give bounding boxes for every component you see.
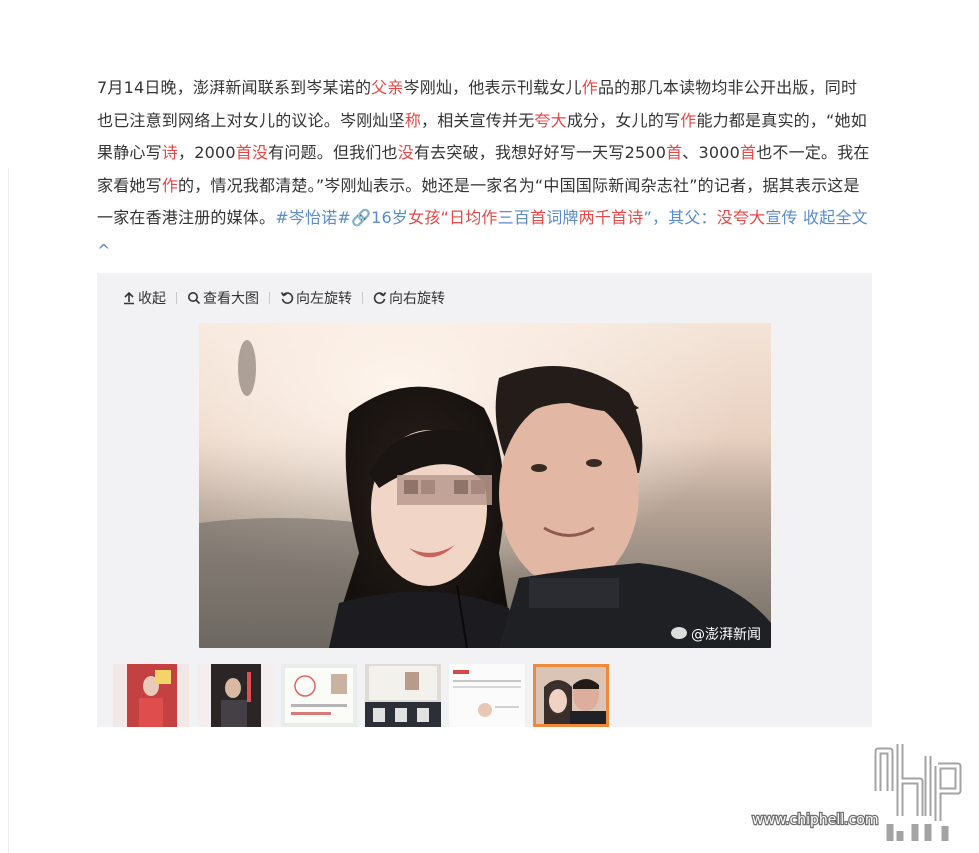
highlighted-keyword: 称 bbox=[404, 110, 422, 130]
post-text: 7月14日晚，澎湃新闻联系到岑某诺的父亲岑刚灿，他表示刊载女儿作品的那几本读物均… bbox=[97, 72, 872, 267]
highlighted-keyword: 夸大 bbox=[534, 110, 567, 130]
topic-link[interactable]: ”，其父： bbox=[643, 208, 716, 227]
toolbar-separator bbox=[269, 292, 270, 304]
rotate-right-button[interactable]: 向右旋转 bbox=[373, 288, 445, 308]
highlighted-keyword: 没 bbox=[716, 208, 733, 227]
highlighted-keyword: 夸大 bbox=[732, 208, 766, 227]
left-divider bbox=[8, 168, 9, 853]
rotate-right-icon bbox=[373, 292, 387, 304]
svg-text:www.chiphell.com: www.chiphell.com bbox=[752, 812, 878, 828]
thumbnail-6-active[interactable] bbox=[533, 664, 609, 727]
topic-link[interactable]: 16岁 bbox=[371, 208, 408, 227]
topic-link[interactable]: 词牌 bbox=[546, 208, 578, 227]
collapse-button[interactable]: 收起 bbox=[122, 288, 166, 308]
highlighted-keyword: 没 bbox=[397, 143, 414, 162]
post-text-segment: ，2000 bbox=[178, 143, 236, 162]
highlighted-keyword: 诗 bbox=[627, 208, 644, 227]
post-text-segment: 、3000 bbox=[682, 143, 741, 162]
highlighted-keyword: 首 bbox=[235, 143, 252, 162]
thumbnail-5[interactable] bbox=[449, 664, 525, 727]
post-text-segment: 成分，女儿的写 bbox=[566, 110, 681, 130]
highlighted-keyword: 两千 bbox=[578, 208, 612, 227]
highlighted-keyword: 首 bbox=[740, 143, 757, 162]
highlighted-keyword: 首 bbox=[530, 208, 547, 227]
svg-text:@澎湃新闻: @澎湃新闻 bbox=[691, 627, 761, 643]
post-text-segment: 7月14日晚，澎湃新闻联系到岑某诺的 bbox=[97, 78, 372, 97]
thumbnail-1[interactable] bbox=[113, 664, 189, 727]
collapse-full-text-link[interactable]: ^ bbox=[97, 241, 111, 260]
highlighted-keyword: 诗 bbox=[161, 143, 179, 162]
thumbnail-3[interactable] bbox=[281, 664, 357, 727]
post-text-segment: 有去突破，我想好好写一天写2500 bbox=[413, 143, 667, 162]
highlighted-keyword: 女孩 bbox=[408, 208, 441, 227]
highlighted-keyword: 首 bbox=[666, 143, 683, 162]
rotate-left-icon bbox=[280, 292, 294, 304]
thumbnail-4[interactable] bbox=[365, 664, 441, 727]
rotate-right-label: 向右旋转 bbox=[389, 291, 445, 307]
search-icon bbox=[188, 292, 201, 305]
chiphell-watermark: www.chiphell.com bbox=[750, 736, 970, 846]
post-text-segment: ，相关宣传并无 bbox=[421, 110, 535, 130]
main-photo[interactable]: @澎湃新闻 bbox=[199, 323, 771, 648]
toolbar-separator bbox=[362, 292, 363, 304]
highlighted-keyword: 没 bbox=[251, 143, 269, 162]
collapse-label: 收起 bbox=[138, 291, 166, 307]
topic-link[interactable]: 宣传 bbox=[765, 208, 797, 227]
collapse-up-icon bbox=[124, 291, 134, 305]
highlighted-keyword: 首 bbox=[611, 208, 628, 227]
toolbar-separator bbox=[176, 292, 177, 304]
highlighted-keyword: 作 bbox=[680, 110, 697, 130]
post-text-segment: 岑刚灿，他表示刊载女儿 bbox=[403, 78, 582, 97]
post-text-segment: 有问题。但我们也 bbox=[268, 143, 398, 162]
topic-link[interactable]: 三百 bbox=[498, 208, 530, 227]
thumbnail-2[interactable] bbox=[197, 664, 273, 727]
thumbnail-strip bbox=[113, 664, 609, 727]
rotate-left-button[interactable]: 向左旋转 bbox=[280, 288, 352, 308]
topic-link[interactable]: 🔗 bbox=[351, 208, 371, 227]
view-large-button[interactable]: 查看大图 bbox=[187, 288, 259, 308]
chiphell-logo-icon: www.chiphell.com bbox=[751, 744, 962, 841]
gallery-toolbar: 收起 查看大图 向左旋转 向右旋转 bbox=[122, 287, 445, 309]
highlighted-keyword: 作 bbox=[581, 78, 598, 97]
highlighted-keyword: 作 bbox=[481, 208, 498, 227]
view-large-label: 查看大图 bbox=[203, 291, 259, 307]
highlighted-keyword: “日均 bbox=[440, 208, 482, 227]
highlighted-keyword: 作 bbox=[161, 175, 179, 195]
topic-link[interactable]: #岑怡诺# bbox=[275, 208, 351, 227]
image-gallery: 收起 查看大图 向左旋转 向右旋转 @澎湃新闻 bbox=[97, 273, 872, 727]
collapse-full-text-link[interactable]: 收起全文 bbox=[798, 208, 868, 227]
photo-image: @澎湃新闻 bbox=[199, 323, 771, 648]
highlighted-keyword: 父亲 bbox=[371, 78, 404, 97]
rotate-left-label: 向左旋转 bbox=[296, 291, 352, 307]
